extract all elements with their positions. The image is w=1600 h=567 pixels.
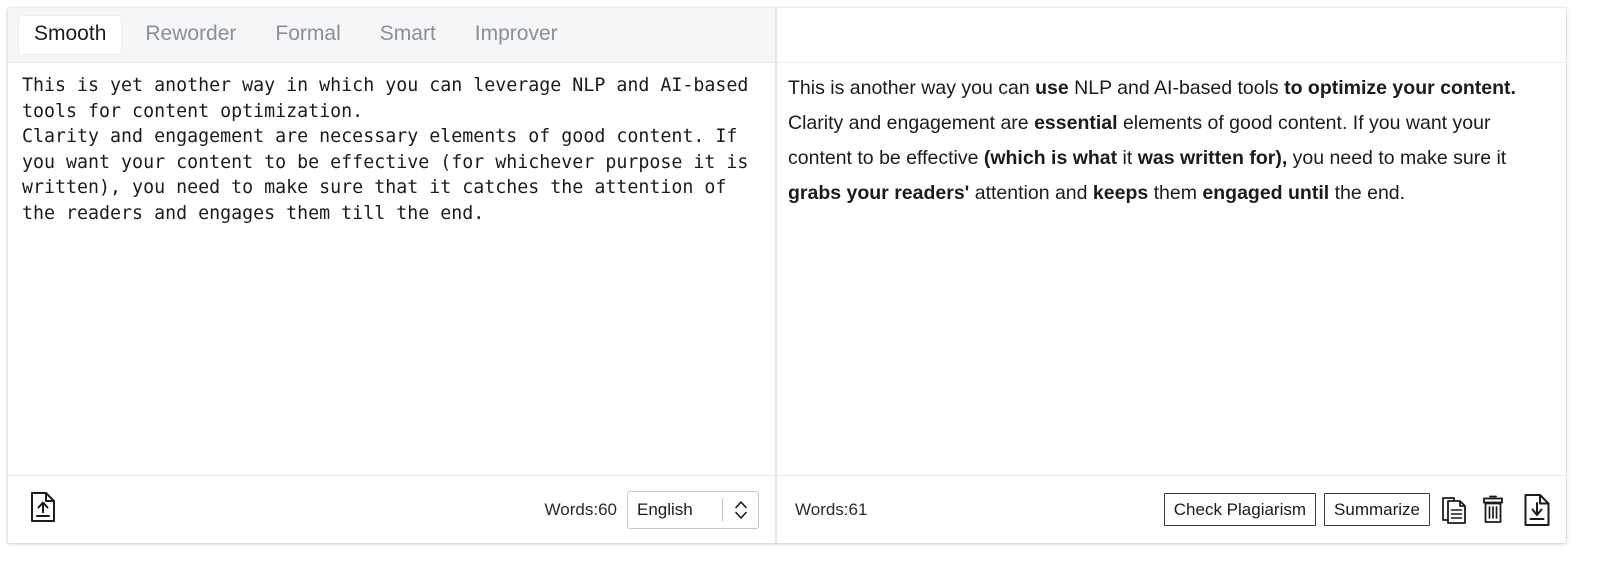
language-select-divider xyxy=(722,498,723,521)
input-word-count: Words:60 xyxy=(544,499,617,519)
file-upload-icon[interactable] xyxy=(30,491,56,528)
input-textarea-container[interactable]: This is yet another way in which you can… xyxy=(8,62,775,475)
output-text-container[interactable]: This is another way you can use NLP and … xyxy=(777,63,1566,475)
check-plagiarism-button[interactable]: Check Plagiarism xyxy=(1163,493,1317,526)
tab-improver[interactable]: Improver xyxy=(460,16,573,53)
tab-smooth[interactable]: Smooth xyxy=(19,16,122,54)
output-panel-top-strip xyxy=(777,8,1566,63)
output-footer-bar: Words:61 Check Plagiarism Summarize xyxy=(777,475,1566,543)
mode-tab-bar: Smooth Reworder Formal Smart Improver xyxy=(8,8,775,62)
input-textarea[interactable]: This is yet another way in which you can… xyxy=(22,73,757,226)
tab-smart[interactable]: Smart xyxy=(365,16,451,53)
tab-reworder[interactable]: Reworder xyxy=(130,16,251,53)
trash-icon[interactable] xyxy=(1478,493,1508,527)
paraphrase-tool-window: Smooth Reworder Formal Smart Improver Th… xyxy=(8,8,1566,543)
output-text[interactable]: This is another way you can use NLP and … xyxy=(788,71,1540,211)
output-panel: This is another way you can use NLP and … xyxy=(777,8,1566,543)
input-panel: Smooth Reworder Formal Smart Improver Th… xyxy=(8,8,777,543)
copy-icon[interactable] xyxy=(1439,493,1469,527)
file-download-icon[interactable] xyxy=(1522,493,1552,527)
language-select[interactable]: English xyxy=(627,490,759,529)
output-word-count: Words:61 xyxy=(795,499,868,519)
input-footer-bar: Words:60 English xyxy=(8,475,775,543)
language-select-value: English xyxy=(637,499,693,519)
tab-formal[interactable]: Formal xyxy=(260,16,355,53)
chevron-up-down-icon xyxy=(730,499,752,521)
summarize-button[interactable]: Summarize xyxy=(1324,493,1430,526)
